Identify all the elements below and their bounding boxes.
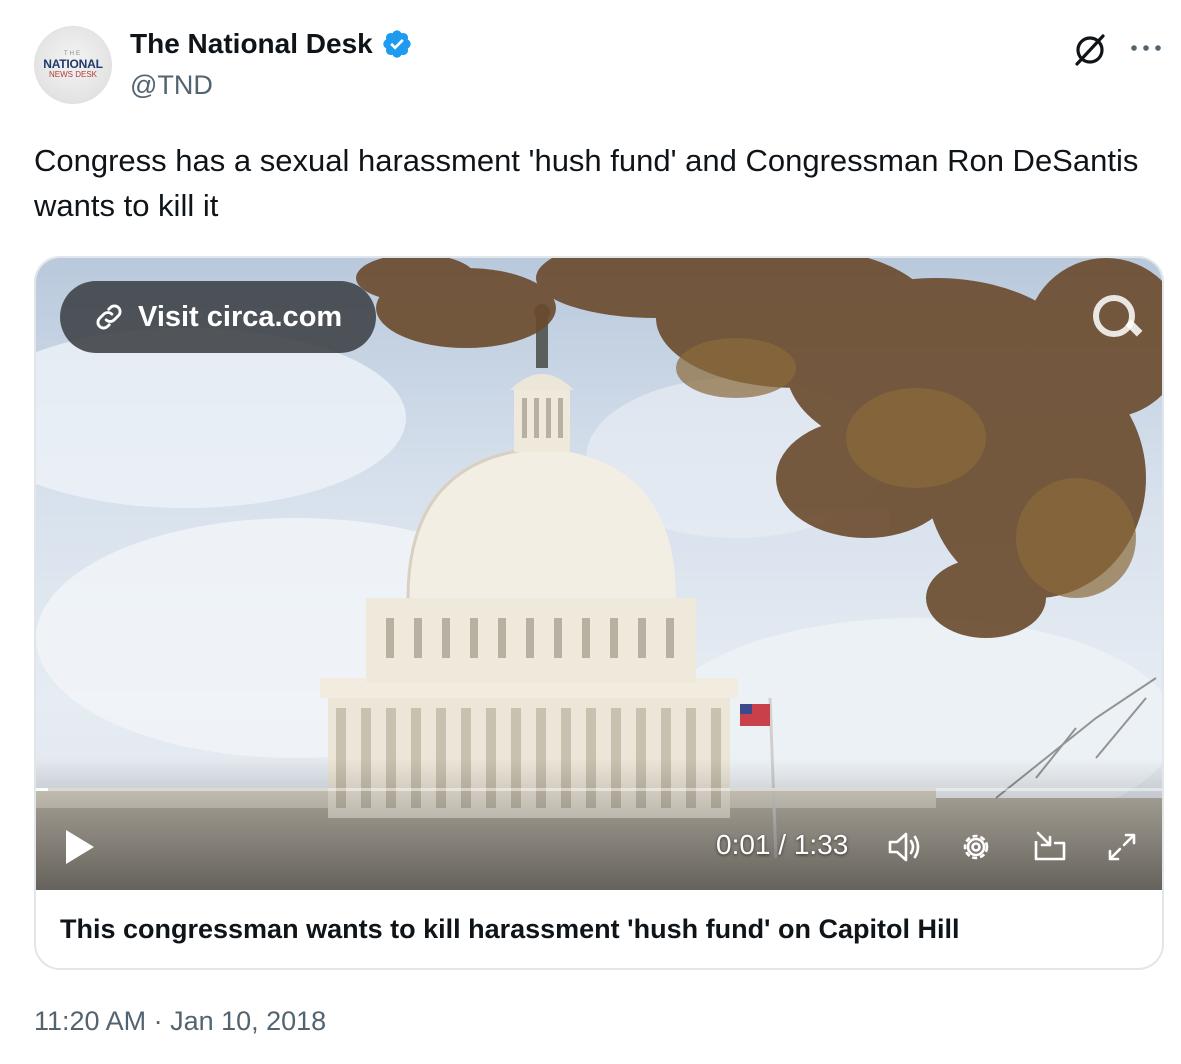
avatar[interactable]: THE NATIONAL NEWS DESK xyxy=(34,26,112,104)
avatar-logo-sub: NEWS DESK xyxy=(48,70,97,79)
settings-gear-icon[interactable] xyxy=(956,827,996,867)
more-horizontal-icon[interactable] xyxy=(1128,38,1164,58)
link-icon xyxy=(96,304,122,330)
picture-in-picture-icon[interactable] xyxy=(1030,827,1070,867)
video-time: 0:01 / 1:33 xyxy=(716,829,849,860)
display-name[interactable]: The National Desk xyxy=(130,28,373,60)
tweet-timestamp[interactable]: 11:20 AM · Jan 10, 2018 xyxy=(34,1006,326,1037)
video-player[interactable]: Visit circa.com 0:01 / 1:33 xyxy=(36,258,1162,890)
visit-site-label: Visit circa.com xyxy=(138,300,343,333)
video-progress-fill xyxy=(36,788,49,791)
tweet-text: Congress has a sexual harassment 'hush f… xyxy=(34,143,1139,223)
fullscreen-icon[interactable] xyxy=(1102,827,1142,867)
video-progress-bar[interactable] xyxy=(36,788,1162,791)
handle[interactable]: @TND xyxy=(130,70,213,101)
video-controls: 0:01 / 1:33 xyxy=(36,813,1162,883)
media-card[interactable]: Visit circa.com 0:01 / 1:33 This congres… xyxy=(34,256,1164,970)
name-row: The National Desk xyxy=(130,28,413,60)
grok-icon[interactable] xyxy=(1070,30,1110,70)
avatar-logo-main: NATIONAL xyxy=(43,57,103,71)
volume-icon[interactable] xyxy=(884,827,924,867)
visit-site-button[interactable]: Visit circa.com xyxy=(60,281,377,353)
media-caption[interactable]: This congressman wants to kill harassmen… xyxy=(60,914,959,945)
verified-badge-icon xyxy=(383,30,411,58)
tweet: THE NATIONAL NEWS DESK The National Desk… xyxy=(0,0,1181,1064)
play-icon[interactable] xyxy=(62,827,98,867)
